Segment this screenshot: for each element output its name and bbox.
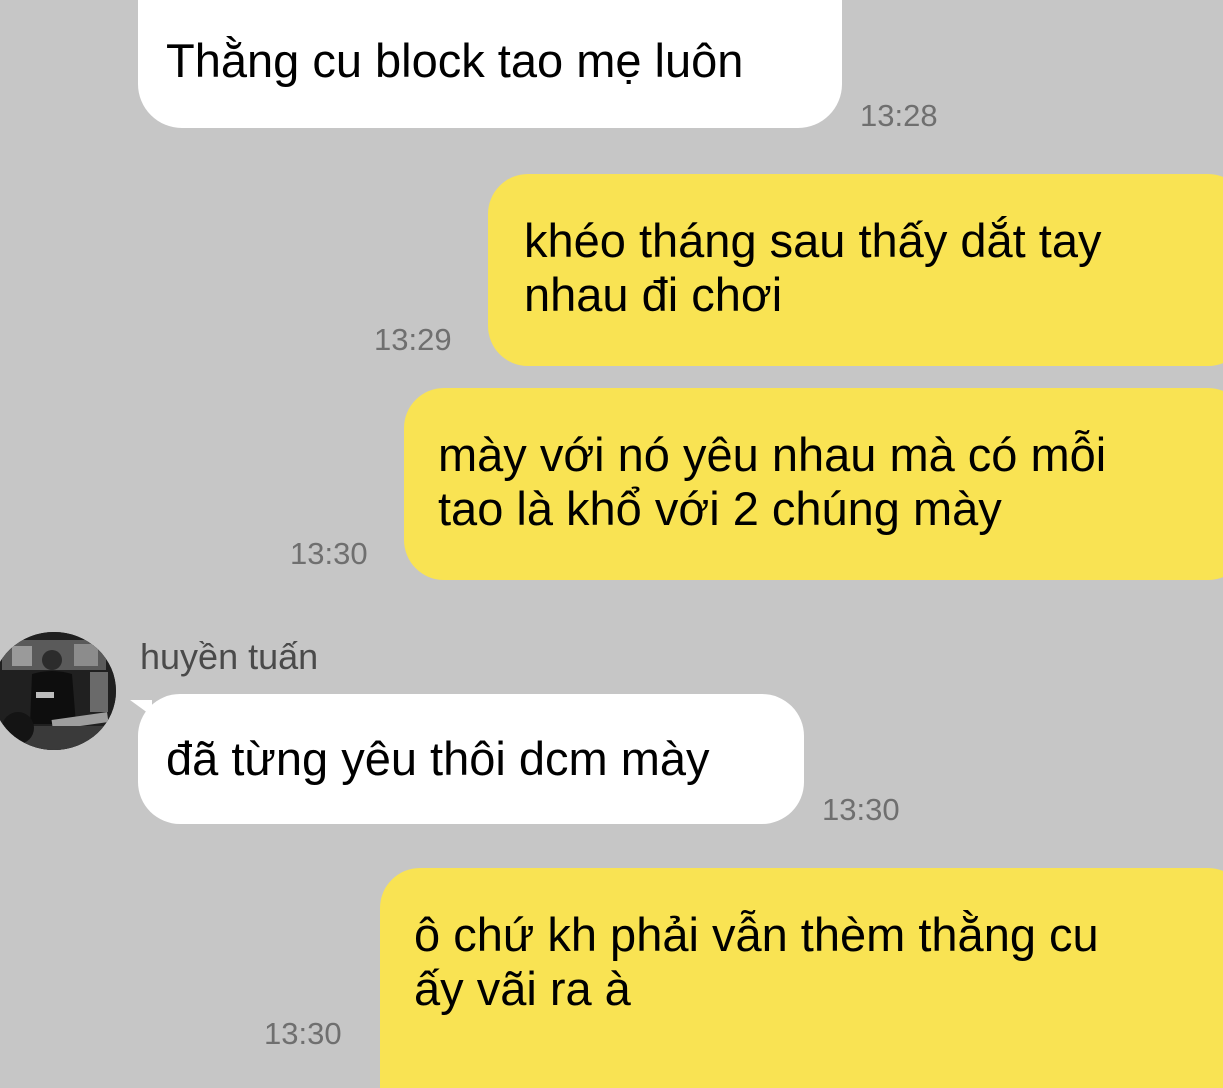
message-bubble-outgoing[interactable]: khéo tháng sau thấy dắt tay nhau đi chơi [488, 174, 1223, 366]
message-timestamp: 13:30 [822, 792, 900, 827]
profile-photo-icon [0, 632, 116, 750]
message-timestamp: 13:30 [290, 536, 368, 571]
sender-name: huyền tuấn [140, 636, 319, 677]
message-bubble-outgoing[interactable]: mày với nó yêu nhau mà có mỗi tao là khổ… [404, 388, 1223, 580]
message-text: Thằng cu block tao mẹ luôn [166, 34, 744, 87]
message-text: mày với nó yêu nhau mà có mỗi tao là khổ… [438, 428, 1107, 535]
message-text: khéo tháng sau thấy dắt tay nhau đi chơi [524, 214, 1102, 321]
bubble-tail [130, 700, 152, 716]
message-text: đã từng yêu thôi dcm mày [166, 732, 710, 785]
message-bubble-incoming[interactable]: đã từng yêu thôi dcm mày [138, 694, 804, 824]
message-timestamp: 13:29 [374, 322, 452, 357]
message-timestamp: 13:28 [860, 98, 938, 133]
message-bubble-incoming[interactable]: Thằng cu block tao mẹ luôn [138, 0, 842, 128]
message-text: ô chứ kh phải vẫn thèm thằng cu ấy vãi r… [414, 908, 1099, 1015]
sender-avatar[interactable] [0, 632, 116, 750]
message-bubble-outgoing[interactable]: ô chứ kh phải vẫn thèm thằng cu ấy vãi r… [380, 868, 1223, 1088]
message-timestamp: 13:30 [264, 1016, 342, 1051]
